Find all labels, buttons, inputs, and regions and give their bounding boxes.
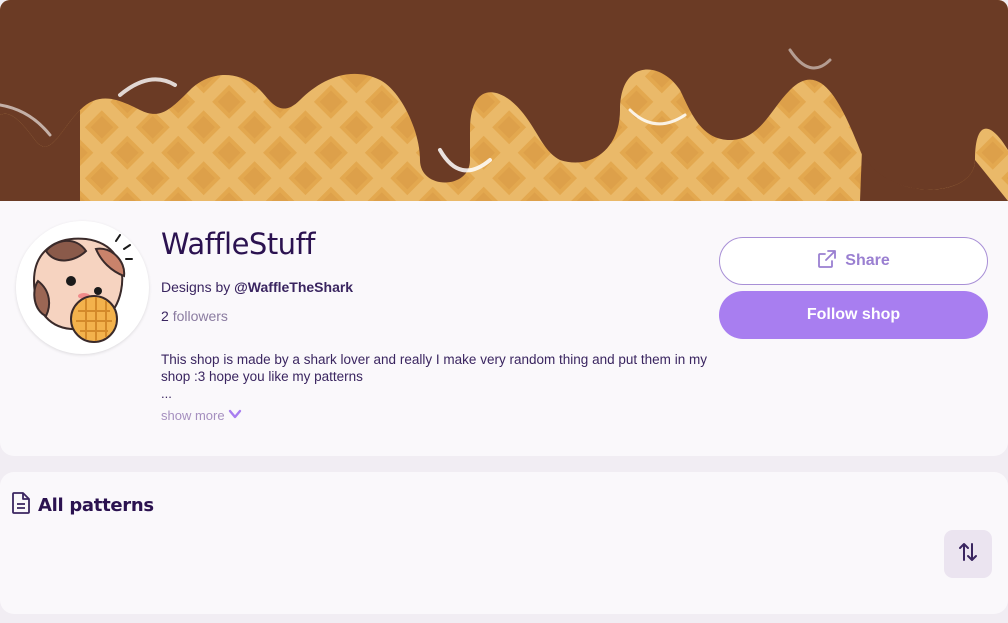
followers-count: 2 xyxy=(161,308,169,324)
show-more-button[interactable]: show more xyxy=(161,407,242,424)
banner-image xyxy=(0,0,1008,201)
designer-line: Designs by @WaffleTheShark xyxy=(161,279,353,295)
patterns-header: All patterns xyxy=(11,492,154,519)
designer-handle-link[interactable]: @WaffleTheShark xyxy=(234,279,353,295)
description-ellipsis: ... xyxy=(161,386,172,401)
sort-button[interactable] xyxy=(944,530,992,578)
followers-line: 2 followers xyxy=(161,308,228,324)
chevron-down-icon xyxy=(228,407,242,424)
show-more-label: show more xyxy=(161,408,225,423)
avatar-illustration xyxy=(16,221,148,353)
shop-description: This shop is made by a shark lover and r… xyxy=(161,352,707,384)
patterns-title: All patterns xyxy=(38,495,154,516)
share-button[interactable]: Share xyxy=(719,237,988,285)
document-icon xyxy=(11,492,31,519)
follow-shop-button[interactable]: Follow shop xyxy=(719,291,988,339)
followers-label: followers xyxy=(172,308,228,324)
shop-profile-card: WaffleStuff Designs by @WaffleTheShark 2… xyxy=(0,201,1008,456)
shop-avatar[interactable] xyxy=(16,221,149,354)
patterns-section: All patterns xyxy=(0,472,1008,614)
sort-arrows-icon xyxy=(957,541,979,568)
share-label: Share xyxy=(845,252,890,269)
shop-banner xyxy=(0,0,1008,201)
external-link-icon xyxy=(817,249,837,274)
follow-shop-label: Follow shop xyxy=(806,306,901,323)
designer-prefix: Designs by xyxy=(161,279,231,295)
shop-name: WaffleStuff xyxy=(161,227,316,261)
